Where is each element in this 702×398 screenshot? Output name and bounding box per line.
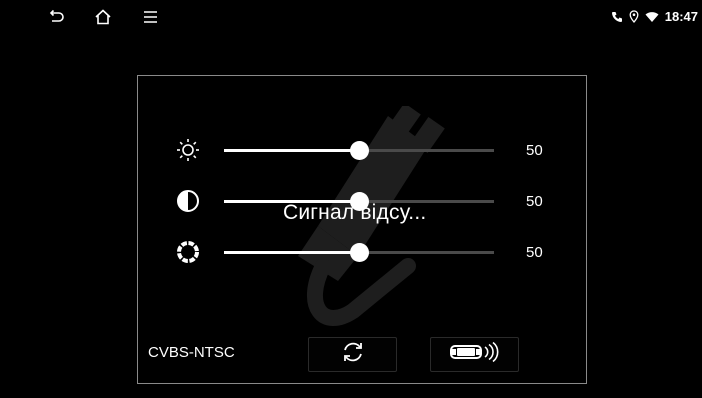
contrast-icon bbox=[176, 189, 200, 213]
brightness-slider-fill bbox=[224, 149, 359, 152]
camera-settings-panel: 50 50 50 Сигнал відсу... CVBS-NTSC bbox=[137, 75, 587, 384]
saturation-icon bbox=[176, 240, 200, 264]
back-icon[interactable] bbox=[46, 7, 66, 27]
saturation-value: 50 bbox=[526, 244, 543, 261]
brightness-slider[interactable] bbox=[224, 141, 494, 160]
saturation-slider-row: 50 bbox=[138, 237, 588, 267]
refresh-icon bbox=[340, 339, 366, 370]
wifi-icon bbox=[645, 11, 659, 23]
saturation-slider-fill bbox=[224, 251, 359, 254]
clock-time: 18:47 bbox=[664, 9, 698, 24]
parking-sensor-button[interactable] bbox=[430, 337, 519, 372]
refresh-button[interactable] bbox=[308, 337, 397, 372]
no-signal-message: Сигнал відсу... bbox=[283, 201, 427, 224]
status-bar: 18:47 bbox=[0, 0, 702, 34]
menu-icon[interactable] bbox=[141, 7, 161, 27]
home-icon[interactable] bbox=[93, 7, 113, 27]
brightness-slider-row: 50 bbox=[138, 135, 588, 165]
brightness-slider-thumb[interactable] bbox=[350, 141, 369, 160]
status-icons: 18:47 bbox=[611, 9, 698, 24]
location-icon bbox=[629, 10, 639, 23]
phone-icon bbox=[611, 11, 623, 23]
saturation-slider[interactable] bbox=[224, 243, 494, 262]
brightness-icon bbox=[176, 138, 200, 162]
contrast-value: 50 bbox=[526, 193, 543, 210]
saturation-slider-thumb[interactable] bbox=[350, 243, 369, 262]
video-format-label: CVBS-NTSC bbox=[148, 344, 235, 361]
brightness-value: 50 bbox=[526, 142, 543, 159]
parking-sensor-icon bbox=[449, 341, 501, 368]
